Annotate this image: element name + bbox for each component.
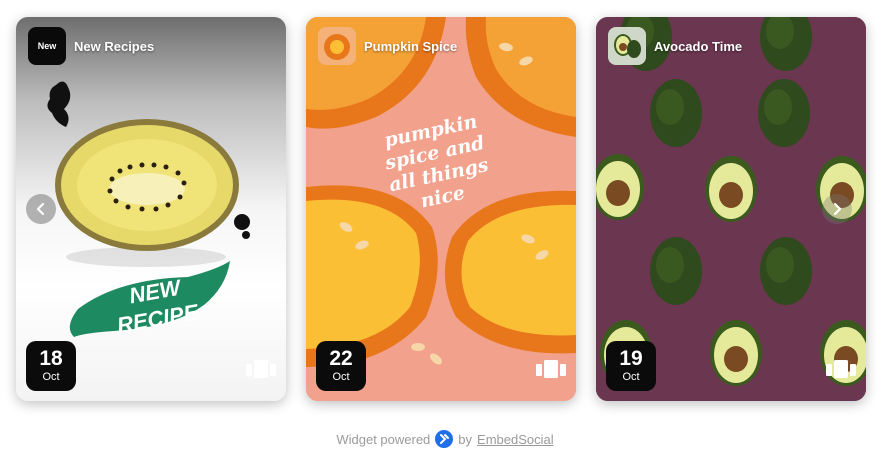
date-day: 18 (39, 347, 63, 370)
date-month: Oct (42, 371, 60, 383)
avatar: New (28, 27, 66, 65)
date-day: 22 (329, 347, 353, 370)
date-month: Oct (622, 371, 640, 383)
footer-by: by (458, 431, 473, 447)
avatar (318, 27, 356, 65)
stories-icon (826, 360, 856, 378)
date-badge: 22 Oct (316, 341, 366, 391)
avatar (608, 27, 646, 65)
story-header: Pumpkin Spice (318, 27, 457, 65)
footer-text: Widget powered (336, 431, 431, 447)
chevron-right-icon (833, 203, 842, 215)
carousel-prev-button[interactable] (26, 194, 56, 224)
date-month: Oct (332, 371, 350, 383)
carousel-next-button[interactable] (822, 194, 852, 224)
story-card-new-recipes[interactable]: NEW RECIPE New New Recipes 18 Oct (16, 17, 286, 401)
story-header: Avocado Time (608, 27, 742, 65)
story-title: Avocado Time (654, 38, 743, 54)
story-title: Pumpkin Spice (364, 38, 458, 54)
date-badge: 18 Oct (26, 341, 76, 391)
story-card-pumpkin-spice[interactable]: pumpkin spice and all things nice Pumpki… (306, 17, 576, 401)
date-badge: 19 Oct (606, 341, 656, 391)
date-day: 19 (619, 347, 643, 370)
stories-icon (536, 360, 566, 378)
embedsocial-logo-icon (435, 430, 454, 448)
widget-footer: Widget powered by EmbedSocial (0, 430, 890, 448)
story-header: New New Recipes (28, 27, 154, 65)
stories-icon (246, 360, 276, 378)
story-title: New Recipes (74, 38, 155, 54)
embedsocial-link[interactable]: EmbedSocial (477, 432, 554, 447)
chevron-left-icon (36, 203, 45, 215)
